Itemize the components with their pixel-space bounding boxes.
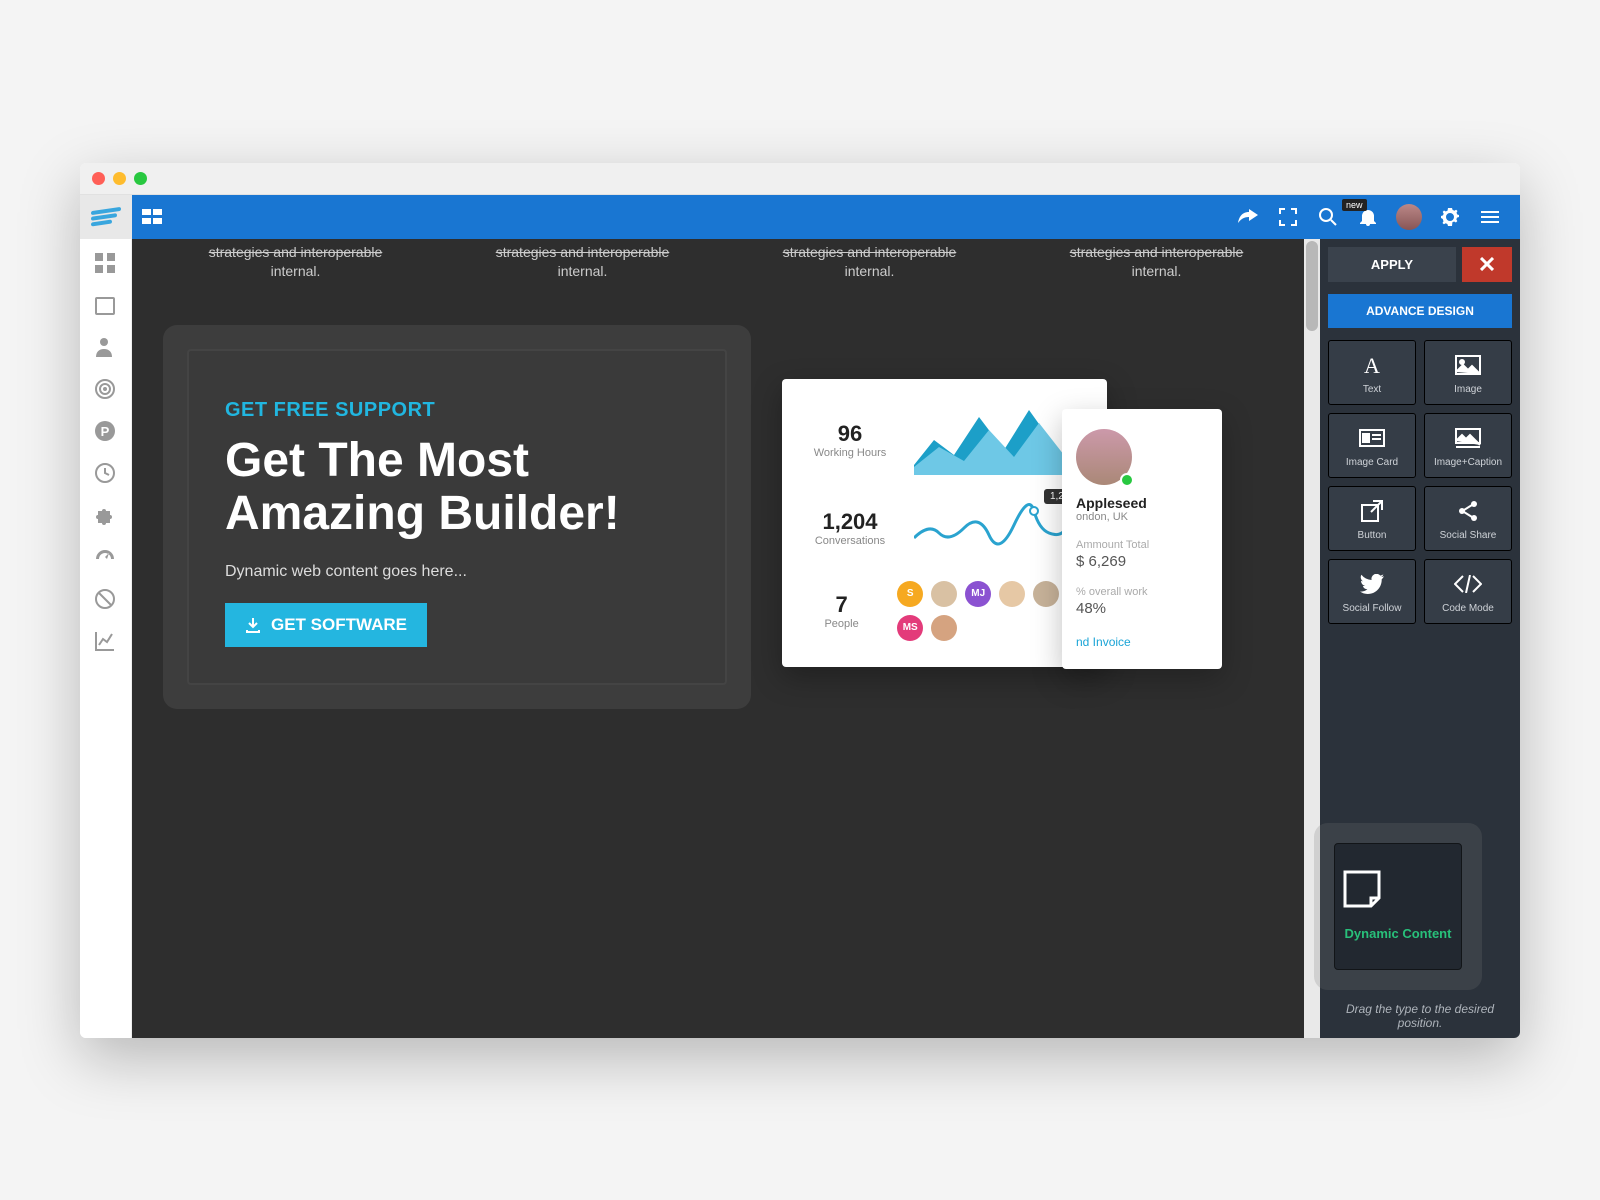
profile-name: Appleseed [1076, 495, 1208, 511]
profile-avatar [1076, 429, 1132, 485]
amount-value: $ 6,269 [1076, 553, 1208, 570]
fullscreen-icon[interactable] [1276, 205, 1300, 229]
image-icon [1427, 351, 1509, 379]
share-icon[interactable] [1236, 205, 1260, 229]
avatar [931, 581, 957, 607]
user-avatar[interactable] [1396, 204, 1422, 230]
avatar: MJ [965, 581, 991, 607]
overall-value: 48% [1076, 600, 1208, 617]
overall-label: % overall work [1076, 586, 1208, 598]
app-root: new P [80, 195, 1520, 1038]
block-button[interactable]: Button [1328, 486, 1416, 551]
nav-target-icon[interactable] [95, 379, 117, 401]
truncated-text-row: strategies and interoperableinternal. st… [132, 239, 1320, 306]
left-nav: P [80, 239, 132, 1038]
block-image[interactable]: Image [1424, 340, 1512, 405]
svg-text:A: A [1364, 354, 1380, 376]
working-hours-label: Working Hours [802, 447, 898, 459]
block-image-caption[interactable]: Image+Caption [1424, 413, 1512, 478]
avatar [999, 581, 1025, 607]
get-software-button[interactable]: GET SOFTWARE [225, 603, 427, 647]
download-icon [245, 617, 261, 633]
invoice-link[interactable]: nd Invoice [1076, 635, 1208, 649]
block-label: Image Card [1331, 456, 1413, 469]
nav-chart-icon[interactable] [95, 631, 117, 653]
hero-subtitle: Dynamic web content goes here... [225, 563, 689, 581]
hero-title: Get The Most Amazing Builder! [225, 434, 689, 542]
people-avatars: S MJ MS [897, 581, 1087, 641]
working-hours-value: 96 [802, 421, 898, 447]
block-image-card[interactable]: Image Card [1328, 413, 1416, 478]
people-value: 7 [802, 592, 881, 618]
cta-label: GET SOFTWARE [271, 615, 407, 635]
hero-block[interactable]: GET FREE SUPPORT Get The Most Amazing Bu… [187, 349, 727, 686]
people-label: People [802, 618, 881, 630]
svg-text:P: P [100, 424, 109, 439]
block-social-share[interactable]: Social Share [1424, 486, 1512, 551]
share-nodes-icon [1427, 497, 1509, 525]
avatar [931, 615, 957, 641]
block-dynamic-content[interactable]: Dynamic Content [1334, 843, 1462, 969]
avatar [1033, 581, 1059, 607]
editor-canvas[interactable]: strategies and interoperableinternal. st… [132, 239, 1320, 1038]
close-icon [1480, 257, 1494, 271]
panel-hint: Drag the type to the desired position. [1320, 1002, 1520, 1030]
notification-badge: new [1342, 199, 1367, 211]
right-panel: APPLY ADVANCE DESIGN A Text Image [1320, 239, 1520, 1038]
block-label: Image [1427, 383, 1509, 396]
advance-design-button[interactable]: ADVANCE DESIGN [1328, 294, 1512, 328]
block-label: Code Mode [1427, 602, 1509, 615]
stats-card: 96 Working Hours 1,204 [782, 379, 1107, 667]
block-label: Image+Caption [1427, 456, 1509, 469]
block-label: Dynamic Content [1341, 924, 1455, 944]
code-icon [1427, 570, 1509, 598]
twitter-icon [1331, 570, 1413, 598]
notifications-icon[interactable]: new [1356, 205, 1380, 229]
menu-icon[interactable] [1478, 205, 1502, 229]
text-icon: A [1331, 351, 1413, 379]
nav-user-icon[interactable] [95, 337, 117, 359]
nav-clock-icon[interactable] [95, 463, 117, 485]
hero-eyebrow: GET FREE SUPPORT [225, 399, 689, 422]
window-minimize-dot[interactable] [113, 172, 126, 185]
block-label: Social Share [1427, 529, 1509, 542]
profile-card: Appleseed ondon, UK Ammount Total $ 6,26… [1062, 409, 1222, 669]
block-text[interactable]: A Text [1328, 340, 1416, 405]
profile-location: ondon, UK [1076, 511, 1208, 523]
window-zoom-dot[interactable] [134, 172, 147, 185]
nav-puzzle-icon[interactable] [95, 505, 117, 527]
avatar: MS [897, 615, 923, 641]
window-close-dot[interactable] [92, 172, 105, 185]
image-caption-icon [1427, 424, 1509, 452]
scrollbar-thumb[interactable] [1306, 241, 1318, 331]
app-window: new P [80, 163, 1520, 1038]
mac-titlebar [80, 163, 1520, 195]
conversations-label: Conversations [802, 535, 898, 547]
amount-label: Ammount Total [1076, 539, 1208, 551]
id-card-icon [1331, 424, 1413, 452]
presence-dot-icon [1120, 473, 1134, 487]
nav-dashboard-icon[interactable] [95, 253, 117, 275]
block-label: Social Follow [1331, 602, 1413, 615]
sticky-note-icon [1341, 868, 1455, 912]
nav-gauge-icon[interactable] [95, 547, 117, 569]
topbar: new [80, 195, 1520, 239]
nav-ban-icon[interactable] [95, 589, 117, 611]
apply-button[interactable]: APPLY [1328, 247, 1456, 282]
nav-parking-icon[interactable]: P [95, 421, 117, 443]
block-label: Button [1331, 529, 1413, 542]
block-social-follow[interactable]: Social Follow [1328, 559, 1416, 624]
layout-grid-icon[interactable] [142, 209, 164, 225]
avatar: S [897, 581, 923, 607]
brand-logo[interactable] [80, 195, 132, 239]
external-link-icon [1331, 497, 1413, 525]
search-icon[interactable] [1316, 205, 1340, 229]
cancel-button[interactable] [1462, 247, 1512, 282]
scrollbar-track[interactable] [1304, 239, 1320, 1038]
conversations-value: 1,204 [802, 509, 898, 535]
nav-calendar-icon[interactable] [95, 295, 117, 317]
settings-gear-icon[interactable] [1438, 205, 1462, 229]
block-code-mode[interactable]: Code Mode [1424, 559, 1512, 624]
block-label: Text [1331, 383, 1413, 396]
